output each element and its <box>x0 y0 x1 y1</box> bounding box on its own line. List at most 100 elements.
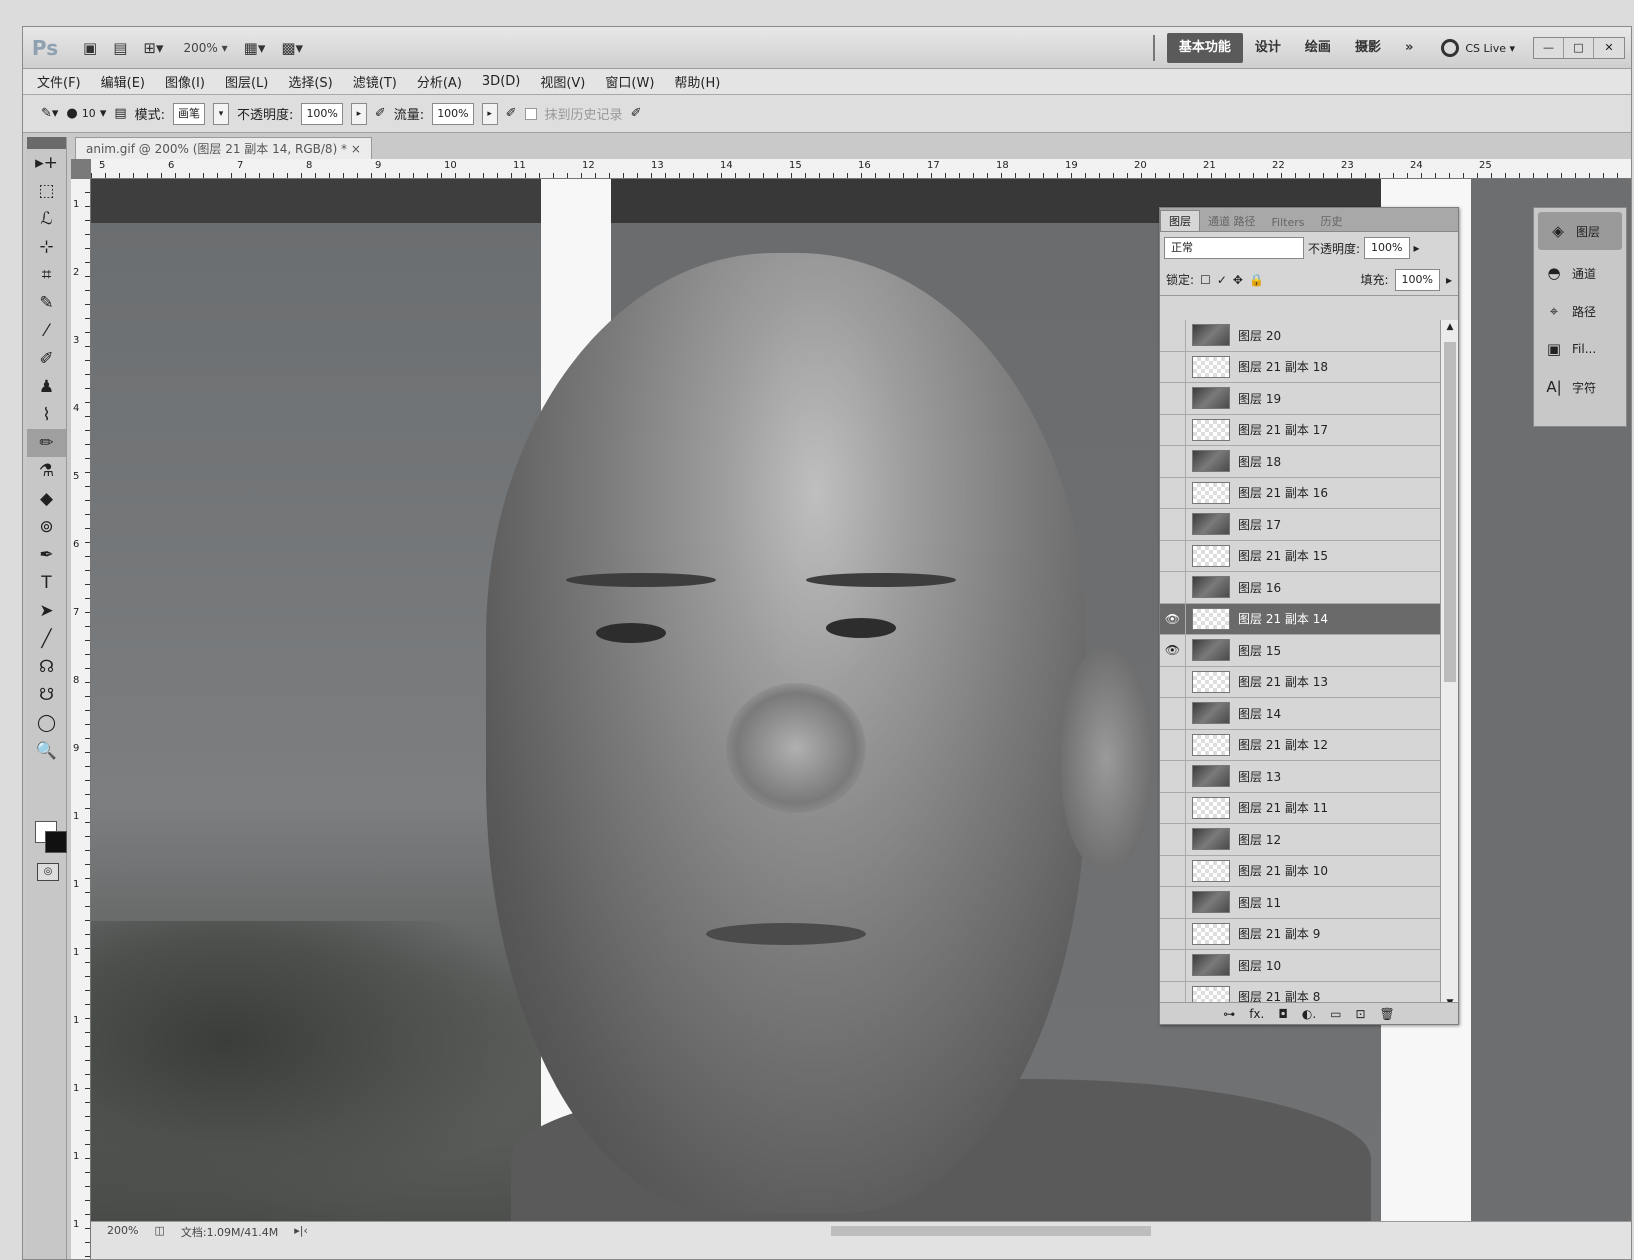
brush-panel-toggle-icon[interactable]: ▤ <box>114 106 126 121</box>
layer-row[interactable]: 👁 图层 21 副本 14 <box>1160 603 1440 635</box>
fill-field[interactable]: 100% <box>1394 268 1440 291</box>
dock-paths[interactable]: ⌖ 路径 <box>1534 292 1626 330</box>
layer-row[interactable]: 图层 21 副本 17 <box>1160 414 1440 446</box>
visibility-eye-icon[interactable] <box>1160 351 1186 382</box>
pen-tool-icon[interactable]: ✒ <box>27 541 66 569</box>
pressure-size-icon[interactable]: ✐ <box>631 106 642 121</box>
layer-row[interactable]: 图层 21 副本 9 <box>1160 918 1440 950</box>
screen-mode-dropdown[interactable]: ▩▾ <box>281 39 303 57</box>
cs-live-menu[interactable]: CS Live ▾ <box>1441 39 1515 57</box>
tab-layers[interactable]: 图层 <box>1160 210 1200 231</box>
layer-row[interactable]: 图层 21 副本 10 <box>1160 855 1440 887</box>
type-tool-icon[interactable]: T <box>27 569 66 597</box>
delete-layer-icon[interactable]: 🗑 <box>1380 1007 1395 1021</box>
tab-history[interactable]: 历史 <box>1312 211 1350 231</box>
tab-filters[interactable]: Filters <box>1264 214 1313 231</box>
tools-collapse-bar[interactable] <box>27 137 66 149</box>
layer-name[interactable]: 图层 20 <box>1238 327 1281 344</box>
layer-opacity-slider-toggle[interactable]: ▸ <box>1414 241 1420 255</box>
layer-name[interactable]: 图层 11 <box>1238 894 1281 911</box>
layer-row[interactable]: 图层 21 副本 16 <box>1160 477 1440 509</box>
layer-row[interactable]: 图层 10 <box>1160 950 1440 982</box>
visibility-eye-icon[interactable] <box>1160 446 1186 477</box>
layer-name[interactable]: 图层 12 <box>1238 831 1281 848</box>
dock-channels[interactable]: ◓ 通道 <box>1534 254 1626 292</box>
visibility-eye-icon[interactable] <box>1160 383 1186 414</box>
airbrush-icon[interactable]: ✐ <box>506 106 517 121</box>
visibility-eye-icon[interactable] <box>1160 918 1186 949</box>
visibility-eye-icon[interactable] <box>1160 761 1186 792</box>
layer-name[interactable]: 图层 21 副本 18 <box>1238 358 1328 375</box>
layer-name[interactable]: 图层 16 <box>1238 579 1281 596</box>
workspace-painting[interactable]: 绘画 <box>1293 33 1343 63</box>
bridge-button[interactable]: ▣ <box>83 39 97 57</box>
menu-select[interactable]: 选择(S) <box>288 72 332 91</box>
lock-pixels-icon[interactable]: ✓ <box>1217 273 1227 287</box>
close-button[interactable]: ✕ <box>1594 38 1624 58</box>
line-tool-icon[interactable]: ╱ <box>27 625 66 653</box>
lock-position-icon[interactable]: ✥ <box>1233 273 1243 287</box>
menu-layer[interactable]: 图层(L) <box>225 72 268 91</box>
layer-name[interactable]: 图层 21 副本 11 <box>1238 799 1328 816</box>
blur-tool-icon[interactable]: ◆ <box>27 485 66 513</box>
healing-brush-tool-icon[interactable]: ⁄ <box>27 317 66 345</box>
dodge-tool-icon[interactable]: ⊚ <box>27 513 66 541</box>
lock-all-icon[interactable]: 🔒 <box>1249 273 1264 287</box>
workspace-more[interactable]: » <box>1393 33 1425 63</box>
minimize-button[interactable]: — <box>1534 38 1564 58</box>
visibility-eye-icon[interactable] <box>1160 792 1186 823</box>
layer-name[interactable]: 图层 21 副本 10 <box>1238 862 1328 879</box>
visibility-eye-icon[interactable] <box>1160 824 1186 855</box>
menu-analysis[interactable]: 分析(A) <box>417 72 462 91</box>
layer-style-icon[interactable]: fx. <box>1249 1007 1264 1021</box>
layer-name[interactable]: 图层 19 <box>1238 390 1281 407</box>
layer-opacity-field[interactable]: 100% <box>1364 237 1410 259</box>
add-mask-icon[interactable]: ◘ <box>1278 1007 1288 1021</box>
clone-stamp-tool-icon[interactable]: ♟ <box>27 373 66 401</box>
menu-3d[interactable]: 3D(D) <box>482 74 520 89</box>
menu-help[interactable]: 帮助(H) <box>674 72 720 91</box>
layer-row[interactable]: 图层 21 副本 12 <box>1160 729 1440 761</box>
horizontal-ruler[interactable]: 5 6 7 8 9 10 11 12 13 14 15 16 17 18 19 20 21 22 23 24 25 <box>91 159 1631 179</box>
erase-to-history-checkbox[interactable] <box>524 107 537 120</box>
visibility-eye-icon[interactable] <box>1160 698 1186 729</box>
flow-field[interactable]: 100% <box>432 102 474 125</box>
visibility-eye-icon[interactable]: 👁 <box>1160 603 1186 634</box>
layers-scroll-thumb[interactable] <box>1444 342 1456 682</box>
brush-tool-icon[interactable]: ✐ <box>27 345 66 373</box>
visibility-eye-icon[interactable] <box>1160 414 1186 445</box>
pressure-opacity-icon[interactable]: ✐ <box>375 106 386 121</box>
quick-mask-icon[interactable]: ◎ <box>37 863 59 881</box>
visibility-eye-icon[interactable] <box>1160 887 1186 918</box>
marquee-tool-icon[interactable]: ⬚ <box>27 177 66 205</box>
dock-character[interactable]: A| 字符 <box>1534 368 1626 406</box>
eyedropper-tool-icon[interactable]: ✎ <box>27 289 66 317</box>
lasso-tool-icon[interactable]: ℒ <box>27 205 66 233</box>
menu-image[interactable]: 图像(I) <box>165 72 205 91</box>
view-extras-dropdown[interactable]: ⊞▾ <box>143 39 163 57</box>
quick-selection-tool-icon[interactable]: ⊹ <box>27 233 66 261</box>
zoom-level-dropdown[interactable]: 200% ▾ <box>183 41 227 55</box>
layer-name[interactable]: 图层 18 <box>1238 453 1281 470</box>
layer-name[interactable]: 图层 14 <box>1238 705 1281 722</box>
background-color-swatch[interactable] <box>45 831 67 853</box>
layer-name[interactable]: 图层 10 <box>1238 957 1281 974</box>
3d-orbit-tool-icon[interactable]: ☋ <box>27 681 66 709</box>
layer-row[interactable]: 图层 21 副本 18 <box>1160 351 1440 383</box>
history-brush-tool-icon[interactable]: ⌇ <box>27 401 66 429</box>
layer-row[interactable]: 图层 21 副本 13 <box>1160 666 1440 698</box>
dock-filters[interactable]: ▣ Fil... <box>1534 330 1626 368</box>
tab-channels-paths[interactable]: 通道 路径 <box>1200 211 1264 231</box>
layer-name[interactable]: 图层 21 副本 12 <box>1238 736 1328 753</box>
new-layer-icon[interactable]: ⊡ <box>1355 1007 1365 1021</box>
visibility-eye-icon[interactable] <box>1160 509 1186 540</box>
eraser-tool-preset-icon[interactable]: ✎▾ <box>41 106 58 121</box>
layer-name[interactable]: 图层 15 <box>1238 642 1281 659</box>
maximize-button[interactable]: □ <box>1564 38 1594 58</box>
visibility-eye-icon[interactable] <box>1160 477 1186 508</box>
visibility-eye-icon[interactable] <box>1160 729 1186 760</box>
mode-select[interactable]: 画笔 <box>173 102 206 125</box>
layer-row[interactable]: 图层 12 <box>1160 824 1440 856</box>
layer-row[interactable]: 图层 21 副本 11 <box>1160 792 1440 824</box>
visibility-eye-icon[interactable] <box>1160 540 1186 571</box>
